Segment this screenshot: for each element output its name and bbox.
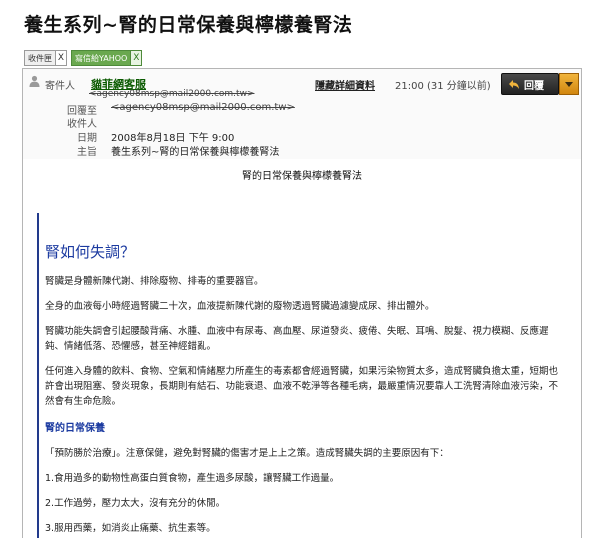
- quote-bar: [37, 213, 39, 538]
- tab-compose-close-icon[interactable]: X: [131, 50, 143, 66]
- reply-dropdown-button[interactable]: [559, 73, 579, 95]
- tab-inbox[interactable]: 收件匣: [24, 50, 56, 66]
- sender-label: 寄件人: [45, 81, 75, 92]
- date-label: 日期: [77, 133, 97, 144]
- hide-details-link[interactable]: 隱藏詳細資料: [315, 77, 375, 92]
- paragraph-1: 腎臟是身體新陳代謝、排除廢物、排毒的重要器官。: [45, 276, 264, 287]
- tab-compose-yahoo[interactable]: 寫信給YAHOO: [71, 50, 132, 66]
- chevron-down-icon: [565, 81, 573, 87]
- sender-address: <agency08msp@mail2000.com.tw>: [89, 89, 255, 99]
- tab-inbox-close-icon[interactable]: X: [56, 50, 67, 66]
- paragraph-5: 「預防勝於治療」。注意保健，避免對腎臟的傷害才是上上之策。造成腎臟失調的主要原因…: [45, 448, 449, 459]
- date-value: 2008年8月18日 下午 9:00: [111, 133, 235, 144]
- mail-body: 腎如何失調？ 腎臟是身體新陳代謝、排除廢物、排毒的重要器官。 全身的血液每小時經…: [45, 241, 565, 538]
- reply-button-label: 回覆: [524, 80, 544, 92]
- paragraph-2: 全身的血液每小時經過腎臟二十次，血液提新陳代謝的廢物透過腎臟過濾變成尿、排出體外…: [45, 301, 435, 312]
- page-title: 養生系列~腎的日常保養與檸檬養腎法: [24, 14, 353, 36]
- body-subject: 腎的日常保養與檸檬養腎法: [242, 171, 362, 182]
- tab-bar: 收件匣 X 寫信給YAHOO X: [24, 50, 146, 66]
- replyto-value: <agency08msp@mail2000.com.tw>: [111, 102, 295, 113]
- subject-value: 養生系列~腎的日常保養與檸檬養腎法: [111, 147, 280, 158]
- sub-heading: 腎的日常保養: [45, 423, 105, 434]
- section-heading: 腎如何失調？: [45, 243, 136, 261]
- paragraph-8: 3.服用西藥，如消炎止痛藥、抗生素等。: [45, 523, 216, 534]
- subject-label: 主旨: [77, 147, 97, 158]
- paragraph-7: 2.工作過勞，壓力太大，沒有充分的休閒。: [45, 498, 226, 509]
- paragraph-6: 1.食用過多的動物性高蛋白質食物，產生過多尿酸，讓腎臟工作過量。: [45, 473, 340, 484]
- mail-header: 寄件人 貓菲網客服 <agency08msp@mail2000.com.tw> …: [23, 69, 581, 159]
- mail-view: 寄件人 貓菲網客服 <agency08msp@mail2000.com.tw> …: [22, 68, 582, 538]
- reply-button[interactable]: 回覆: [501, 73, 559, 95]
- reply-arrow-icon: [509, 80, 519, 89]
- recipient-label: 收件人: [67, 119, 97, 130]
- paragraph-4: 任何進入身體的飲料、食物、空氣和情緒壓力所產生的毒素都會經過腎臟，如果污染物質太…: [45, 366, 559, 407]
- sent-time: 21:00 (31 分鐘以前): [395, 81, 491, 92]
- paragraph-3: 腎臟功能失調會引起腰酸背痛、水腫、血液中有尿毒、高血壓、尿道發炎、疲倦、失眠、耳…: [45, 326, 549, 352]
